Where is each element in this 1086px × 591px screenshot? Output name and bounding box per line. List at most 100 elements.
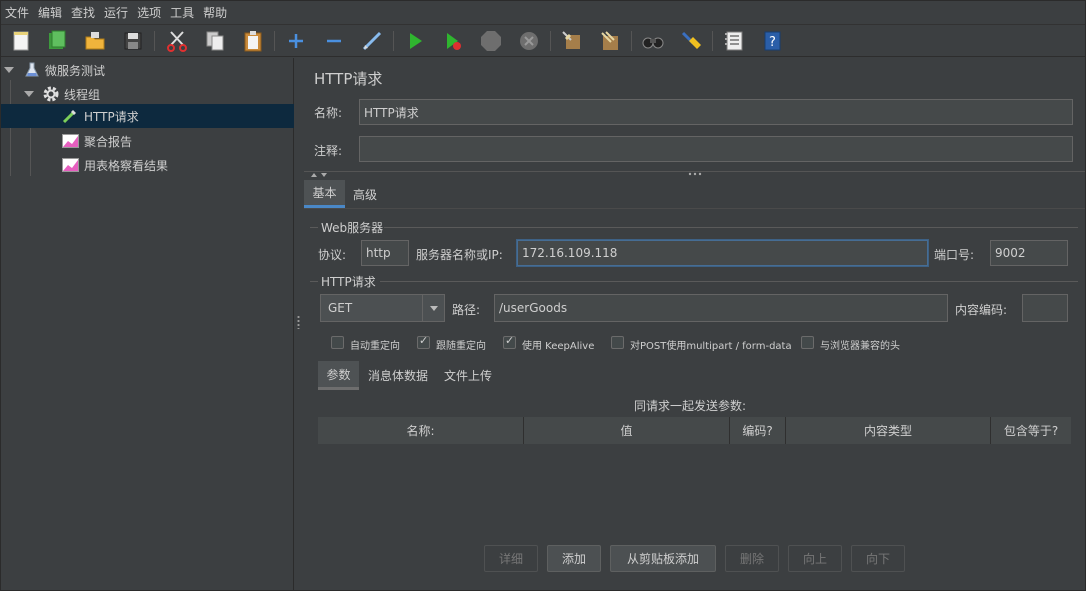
browser-headers-checkbox[interactable] (801, 336, 814, 349)
detail-button[interactable]: 详细 (484, 545, 538, 572)
tree-node-table-results[interactable]: 用表格察看结果 (1, 153, 294, 177)
stop-icon[interactable] (479, 29, 503, 53)
pipette-icon (62, 110, 76, 124)
browser-headers-label: 与浏览器兼容的头 (820, 341, 900, 352)
clear-all-icon[interactable] (598, 29, 622, 53)
menu-help[interactable]: 帮助 (203, 4, 227, 21)
chart-icon (62, 134, 79, 148)
cut-icon[interactable] (165, 29, 189, 53)
menu-options[interactable]: 选项 (137, 4, 161, 21)
tab-basic[interactable]: 基本 (304, 180, 345, 208)
templates-icon[interactable] (45, 29, 69, 53)
port-label: 端口号: (934, 248, 975, 262)
subtab-file-upload[interactable]: 文件上传 (439, 361, 497, 390)
multipart-checkbox[interactable] (611, 336, 624, 349)
tree-label-test-plan: 微服务测试 (45, 63, 106, 78)
search-icon[interactable] (641, 29, 665, 53)
drag-dots-icon[interactable] (688, 172, 702, 176)
column-encode[interactable]: 编码? (730, 417, 786, 444)
name-label: 名称: (314, 106, 343, 120)
chart-icon (62, 158, 79, 172)
menu-run[interactable]: 运行 (104, 4, 128, 21)
method-select[interactable]: GET (320, 294, 445, 322)
start-icon[interactable] (403, 29, 427, 53)
tree-node-http-request[interactable]: HTTP请求 (1, 104, 294, 128)
column-name[interactable]: 名称: (318, 417, 524, 444)
menu-bar: 文件 编辑 查找 运行 选项 工具 帮助 (1, 1, 1085, 25)
menu-tools[interactable]: 工具 (170, 4, 194, 21)
paste-icon[interactable] (241, 29, 265, 53)
subtab-parameters[interactable]: 参数 (318, 361, 359, 390)
open-icon[interactable] (83, 29, 107, 53)
method-value: GET (328, 301, 353, 315)
gear-icon (43, 86, 59, 102)
chevron-down-icon[interactable] (422, 295, 444, 321)
copy-icon[interactable] (203, 29, 227, 53)
menu-edit[interactable]: 编辑 (38, 4, 62, 21)
subtab-body-data[interactable]: 消息体数据 (362, 361, 434, 390)
tab-advanced[interactable]: 高级 (345, 180, 385, 208)
move-down-button[interactable]: 向下 (851, 545, 905, 572)
tree-label-table-results: 用表格察看结果 (84, 158, 169, 173)
server-label: 服务器名称或IP: (416, 248, 503, 262)
comment-field[interactable] (359, 136, 1073, 162)
test-plan-tree: 微服务测试 线程组 HTTP请求 聚合报告 用表格察看结果 (1, 58, 294, 590)
http-request-panel: HTTP请求 名称: HTTP请求 注释: 基本 高级 Web服务器 协议: h… (304, 58, 1085, 590)
content-encoding-field[interactable] (1022, 294, 1068, 322)
shutdown-icon[interactable] (517, 29, 541, 53)
protocol-field[interactable]: http (361, 240, 409, 266)
keepalive-checkbox[interactable] (503, 334, 516, 349)
path-label: 路径: (452, 303, 481, 317)
column-value[interactable]: 值 (524, 417, 730, 444)
tree-node-test-plan[interactable]: 微服务测试 (1, 58, 294, 82)
follow-redirects-checkbox[interactable] (417, 334, 430, 349)
name-field[interactable]: HTTP请求 (359, 99, 1073, 125)
toolbar: ? (1, 26, 1085, 57)
server-field[interactable]: 172.16.109.118 (517, 240, 928, 266)
comment-label: 注释: (314, 144, 343, 158)
params-caption: 同请求一起发送参数: (634, 399, 747, 413)
app-window: 文件 编辑 查找 运行 选项 工具 帮助 ? 微服务测试 线程组 HTTP请求 … (0, 0, 1086, 591)
tree-node-aggregate-report[interactable]: 聚合报告 (1, 129, 294, 153)
toggle-icon[interactable] (360, 29, 384, 53)
tree-label-http-request: HTTP请求 (84, 109, 139, 124)
column-include-equals[interactable]: 包含等于? (991, 417, 1071, 444)
menu-search[interactable]: 查找 (71, 4, 95, 21)
add-from-clipboard-button[interactable]: 从剪贴板添加 (610, 545, 716, 572)
tree-node-thread-group[interactable]: 线程组 (1, 82, 294, 106)
follow-redirects-label: 跟随重定向 (436, 341, 486, 352)
expand-icon[interactable] (284, 29, 308, 53)
expand-arrow-icon[interactable] (24, 91, 34, 97)
content-encoding-label: 内容编码: (955, 303, 1008, 317)
help-icon[interactable]: ? (760, 29, 784, 53)
keepalive-label: 使用 KeepAlive (522, 341, 595, 352)
tree-label-aggregate-report: 聚合报告 (84, 134, 133, 149)
http-group-title: HTTP请求 (321, 275, 376, 289)
delete-button[interactable]: 删除 (725, 545, 779, 572)
multipart-label: 对POST使用multipart / form-data (630, 341, 792, 352)
auto-redirect-checkbox[interactable] (331, 336, 344, 349)
column-content-type[interactable]: 内容类型 (786, 417, 991, 444)
save-icon[interactable] (121, 29, 145, 53)
web-server-group-title: Web服务器 (321, 221, 384, 235)
menu-file[interactable]: 文件 (5, 4, 29, 21)
start-no-pause-icon[interactable] (441, 29, 465, 53)
flask-icon (25, 62, 39, 77)
collapse-arrows-icon[interactable] (310, 171, 330, 178)
function-helper-icon[interactable] (722, 29, 746, 53)
move-up-button[interactable]: 向上 (788, 545, 842, 572)
port-field[interactable]: 9002 (990, 240, 1068, 266)
add-button[interactable]: 添加 (547, 545, 601, 572)
panel-title: HTTP请求 (314, 70, 383, 88)
collapse-icon[interactable] (322, 29, 346, 53)
protocol-label: 协议: (318, 248, 347, 262)
svg-text:?: ? (769, 35, 776, 50)
expand-arrow-icon[interactable] (4, 67, 14, 73)
clear-icon[interactable] (560, 29, 584, 53)
new-icon[interactable] (9, 29, 33, 53)
tree-label-thread-group: 线程组 (64, 87, 101, 102)
params-table-header: 名称: 值 编码? 内容类型 包含等于? (318, 417, 1071, 444)
path-field[interactable]: /userGoods (494, 294, 948, 322)
reset-search-icon[interactable] (679, 29, 703, 53)
split-grip-icon[interactable] (297, 315, 300, 329)
